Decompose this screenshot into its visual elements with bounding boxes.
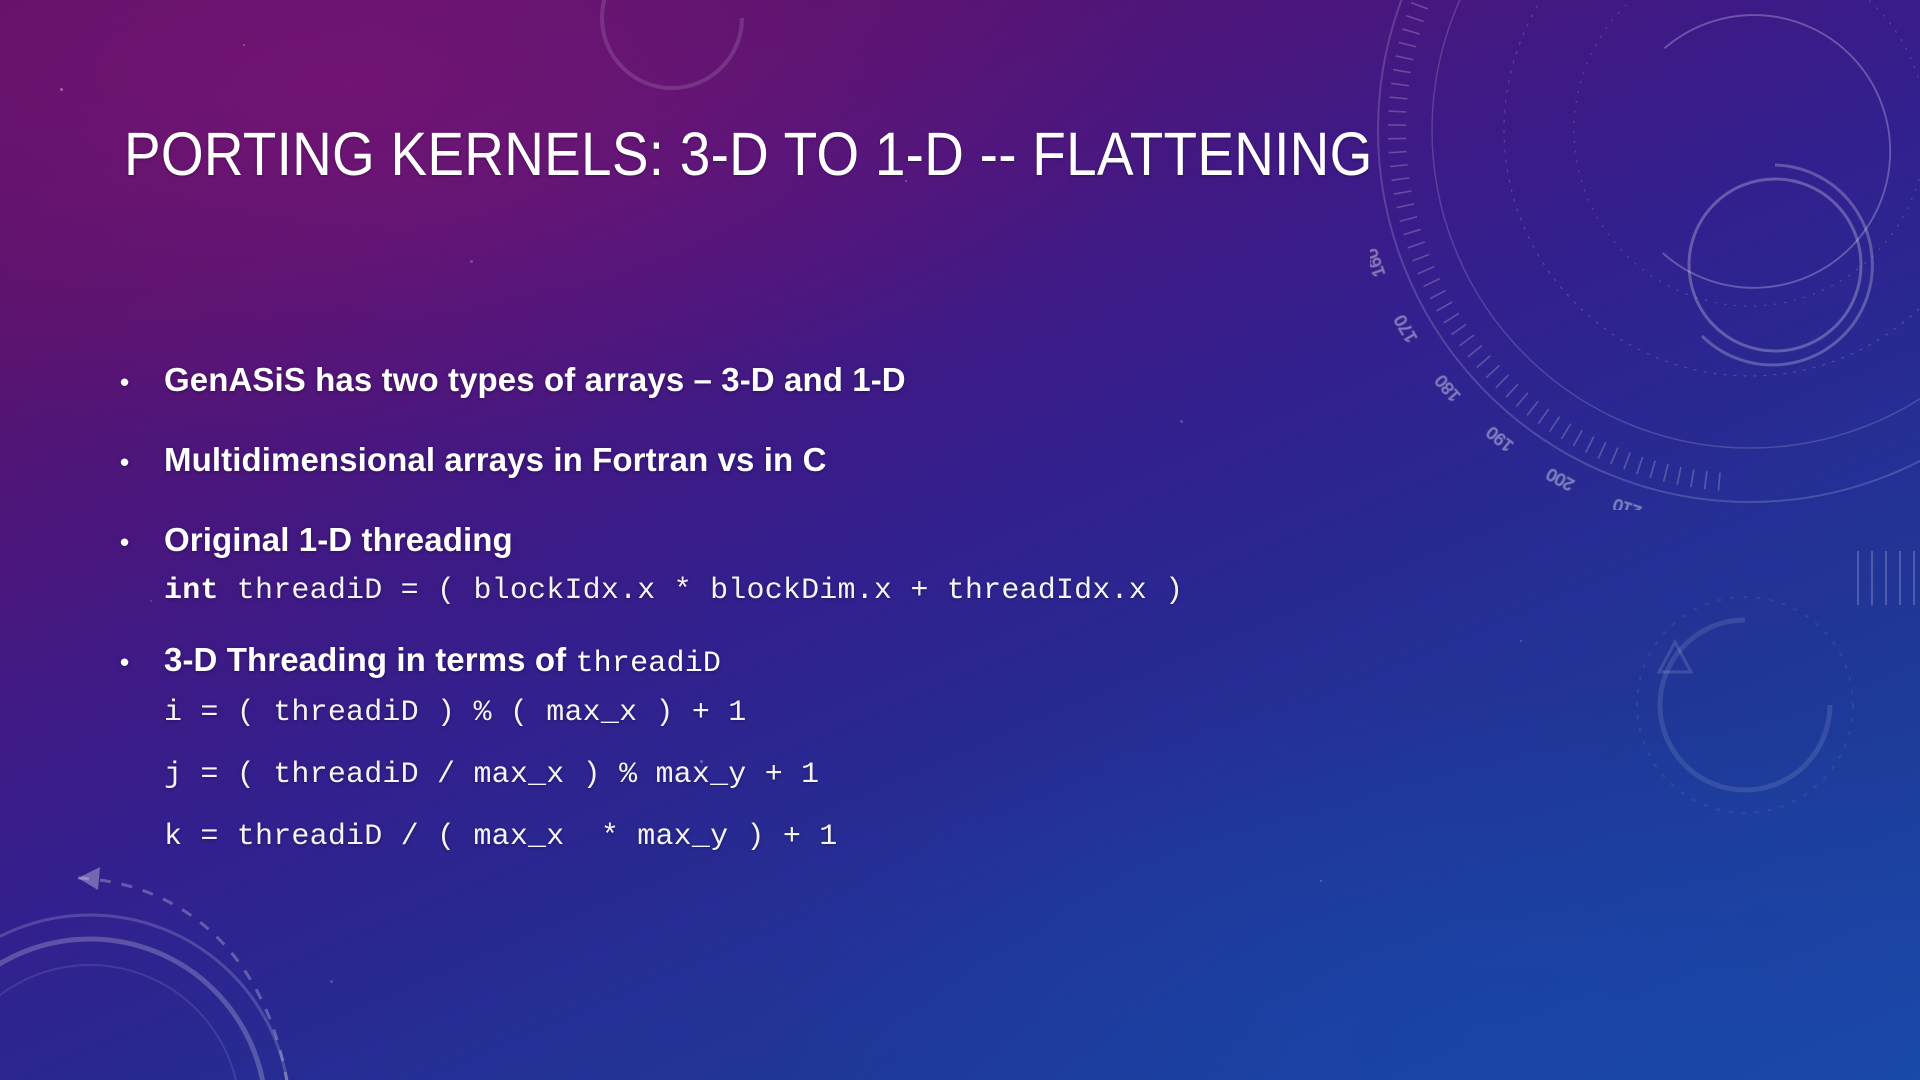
bullet-item: • Original 1-D threading [120,520,1540,562]
svg-text:210: 210 [1611,495,1644,510]
code-text: k = threadiD / ( max_x * max_y ) + 1 [164,820,838,854]
slide-title: PORTING KERNELS: 3-D TO 1-D -- FLATTENIN… [124,120,1373,188]
slide-body: • GenASiS has two types of arrays – 3-D … [120,360,1540,880]
code-text: threadiD = ( blockIdx.x * blockDim.x + t… [218,574,1184,608]
decoration-right-tick-bars [1850,545,1920,615]
speckle [330,980,333,983]
decoration-top-center-circle [592,0,752,98]
bullet-item: • 3-D Threading in terms of threadiD [120,640,1540,684]
svg-text:130: 130 [1370,32,1373,64]
bullet-text: Original 1-D threading [164,521,513,558]
bullet-text: Multidimensional arrays in Fortran vs in… [164,441,827,478]
chevron-up-icon [1656,638,1694,674]
svg-text:170: 170 [1390,312,1421,346]
code-text: j = ( threadiD / max_x ) % max_y + 1 [164,758,820,792]
speckle [60,88,63,91]
code-line: i = ( threadiD ) % ( max_x ) + 1 [164,694,1540,732]
svg-text:160: 160 [1370,246,1389,279]
code-text: i = ( threadiD ) % ( max_x ) + 1 [164,696,747,730]
bullet-item: • GenASiS has two types of arrays – 3-D … [120,360,1540,402]
concentric-rings-icon [0,913,289,1080]
dashed-arc-icon [77,867,289,1080]
bullet-marker-icon: • [120,447,130,477]
decoration-bottom-left-rings [0,905,300,1080]
speckle [470,260,473,263]
circle-arc-icon [600,0,744,90]
bullet-marker-icon: • [120,527,130,557]
bullet-text-mono: threadiD [575,647,722,681]
decoration-right-mid-circle [1630,590,1860,820]
bullet-text: GenASiS has two types of arrays – 3-D an… [164,361,906,398]
bullet-marker-icon: • [120,367,130,397]
code-keyword: int [164,574,219,608]
code-line: k = threadiD / ( max_x * max_y ) + 1 [164,818,1540,856]
bullet-text: 3-D Threading in terms of threadiD [164,640,1540,684]
decoration-right-arrow-marker [1645,630,1705,690]
speckle [243,44,245,46]
code-line: int threadiD = ( blockIdx.x * blockDim.x… [164,572,1540,610]
circle-arc-icon [1636,596,1854,814]
decoration-bottom-left-dashed-arc [40,845,360,1080]
speckle [1320,880,1322,882]
decoration-top-right-inner-circle [1660,150,1890,380]
bullet-marker-icon: • [120,647,130,677]
bullet-item: • Multidimensional arrays in Fortran vs … [120,440,1540,482]
code-line: j = ( threadiD / max_x ) % max_y + 1 [164,756,1540,794]
tick-bars-icon [1857,551,1915,605]
circle-arc-icon [1687,163,1874,367]
bullet-text-prefix: 3-D Threading in terms of [164,641,576,678]
slide-canvas: 2102001901801701601501401301201101009080 [0,0,1920,1080]
svg-text:200: 200 [1543,464,1577,494]
